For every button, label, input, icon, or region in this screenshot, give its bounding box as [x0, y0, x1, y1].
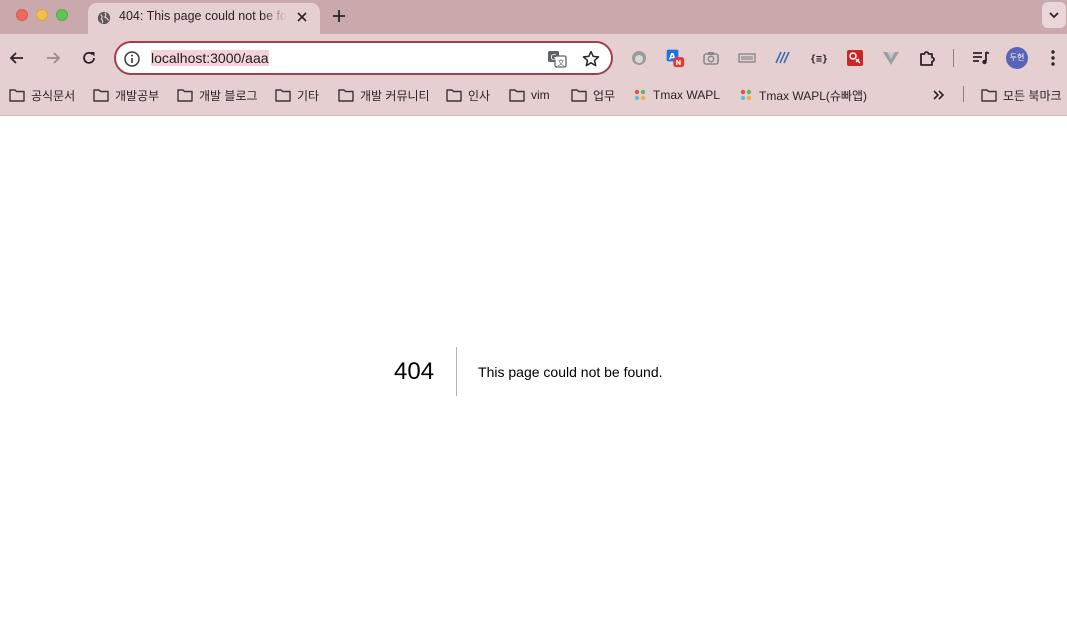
- extension-code-icon[interactable]: [737, 48, 757, 68]
- svg-text:文: 文: [558, 58, 565, 67]
- page-content: 404 This page could not be found.: [0, 116, 1067, 623]
- tab-title: 404: This page could not be found: [119, 9, 287, 23]
- camera-icon[interactable]: [701, 48, 721, 68]
- vue-devtools-icon[interactable]: [881, 48, 901, 68]
- all-bookmarks-folder[interactable]: 모든 북마크: [981, 84, 1062, 106]
- bookmark-label: 개발 커뮤니티: [360, 88, 430, 103]
- bookmark-folder[interactable]: 개발 커뮤니티: [338, 84, 430, 106]
- bookmark-folder[interactable]: 인사: [446, 84, 490, 106]
- folder-icon: [981, 89, 997, 102]
- more-menu-icon[interactable]: [1043, 48, 1063, 68]
- error-message: This page could not be found.: [478, 363, 663, 380]
- bookmark-star-icon[interactable]: [581, 49, 601, 69]
- wapl-icon: [740, 89, 752, 101]
- folder-icon: [177, 89, 193, 102]
- active-tab[interactable]: 404: This page could not be found: [88, 3, 320, 34]
- error-container: 404 This page could not be found.: [394, 347, 663, 396]
- bookmarks-overflow-button[interactable]: [932, 84, 952, 106]
- window-close-button[interactable]: [16, 9, 28, 21]
- bookmark-link[interactable]: Tmax WAPL(슈빠앱): [739, 84, 867, 106]
- reload-icon[interactable]: [79, 48, 99, 68]
- bookmark-label: 업무: [593, 88, 616, 103]
- globe-icon: [97, 11, 111, 25]
- folder-icon: [446, 89, 462, 102]
- bookmark-label: vim: [531, 88, 550, 102]
- bookmark-folder[interactable]: 개발공부: [93, 84, 159, 106]
- site-info-icon[interactable]: [123, 50, 141, 68]
- toolbar-divider: [953, 49, 954, 67]
- bookmark-label: Tmax WAPL(슈빠앱): [759, 88, 868, 103]
- extension-api-icon[interactable]: [773, 48, 793, 68]
- chevron-down-icon: [1049, 12, 1059, 19]
- extension-octocat-icon[interactable]: [629, 48, 649, 68]
- folder-icon: [93, 89, 109, 102]
- tab-close-icon[interactable]: [294, 9, 310, 25]
- bookmark-label: 공식문서: [31, 88, 76, 103]
- extension-redbox-icon[interactable]: [845, 48, 865, 68]
- tab-strip: 404: This page could not be found: [0, 0, 1067, 34]
- address-bar[interactable]: localhost:3000/aaa G 文: [114, 41, 613, 75]
- bookmarks-bar: 공식문서 개발공부 개발 블로그 기타 개발 커뮤니티 인사 vim 업무 Tm…: [0, 84, 1067, 106]
- window-maximize-button[interactable]: [56, 9, 68, 21]
- bookmark-folder[interactable]: 업무: [571, 84, 615, 106]
- translate-icon[interactable]: G 文: [547, 49, 567, 69]
- folder-icon: [275, 89, 291, 102]
- folder-icon: [509, 89, 525, 102]
- wapl-icon: [634, 89, 646, 101]
- svg-text:{≡}: {≡}: [810, 54, 828, 65]
- bookmark-label: Tmax WAPL: [653, 88, 720, 102]
- tab-search-button[interactable]: [1042, 2, 1066, 28]
- bookmark-folder[interactable]: 공식문서: [9, 84, 75, 106]
- extension-translator-icon[interactable]: A N: [665, 48, 685, 68]
- bookmark-label: 개발공부: [115, 88, 160, 103]
- window-minimize-button[interactable]: [36, 9, 48, 21]
- back-icon[interactable]: [7, 48, 27, 68]
- forward-icon[interactable]: [43, 48, 63, 68]
- media-playlist-icon[interactable]: [971, 48, 991, 68]
- error-code: 404: [394, 347, 458, 396]
- extension-json-icon[interactable]: {≡}: [809, 48, 829, 68]
- bookmark-folder[interactable]: 기타: [275, 84, 319, 106]
- double-chevron-right-icon: [933, 90, 945, 100]
- bookmark-link[interactable]: Tmax WAPL: [633, 84, 720, 106]
- extensions-puzzle-icon[interactable]: [917, 48, 937, 68]
- bookmark-label: 모든 북마크: [1003, 88, 1062, 103]
- folder-icon: [338, 89, 354, 102]
- bookmark-label: 기타: [297, 88, 320, 103]
- folder-icon: [9, 89, 25, 102]
- bookmark-label: 개발 블로그: [199, 88, 258, 103]
- svg-text:N: N: [676, 59, 682, 67]
- profile-avatar[interactable]: 두현: [1006, 47, 1028, 69]
- new-tab-icon[interactable]: [330, 7, 348, 25]
- bookmark-label: 인사: [468, 88, 491, 103]
- browser-chrome: 404: This page could not be found local: [0, 0, 1067, 116]
- bookmark-folder[interactable]: vim: [509, 84, 550, 106]
- folder-icon: [571, 89, 587, 102]
- url-text[interactable]: localhost:3000/aaa: [151, 50, 269, 66]
- bookmark-folder[interactable]: 개발 블로그: [177, 84, 258, 106]
- svg-text:G: G: [551, 53, 557, 62]
- bookmarks-divider: [963, 86, 964, 102]
